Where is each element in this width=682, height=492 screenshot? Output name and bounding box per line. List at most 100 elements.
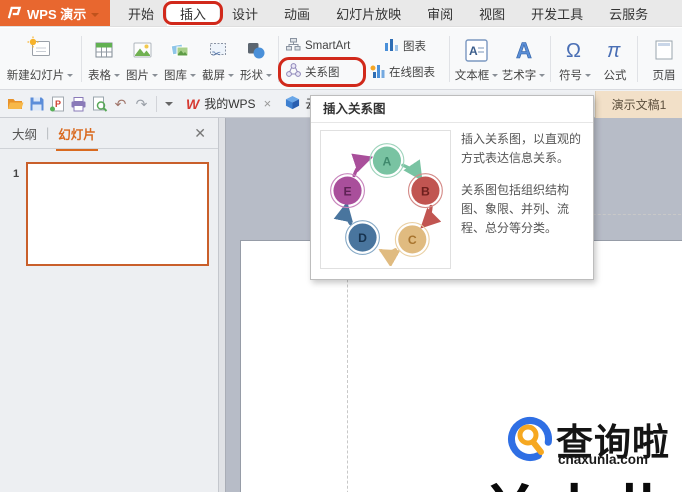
panel-gutter[interactable]	[219, 118, 226, 492]
divider	[81, 36, 82, 82]
menu-tab-cloud[interactable]: 云服务	[596, 0, 661, 26]
svg-text:π: π	[607, 40, 621, 62]
relation-diagram-preview: A B C D E	[320, 130, 451, 269]
symbol-label: 符号	[559, 70, 582, 82]
app-logo-button[interactable]: WPS 演示	[0, 0, 110, 26]
close-icon[interactable]: ×	[264, 96, 272, 111]
tab-presentation1-label: 演示文稿1	[611, 98, 667, 112]
picture-button[interactable]: 图片	[123, 29, 161, 89]
menu-tab-home[interactable]: 开始	[115, 0, 167, 26]
table-button[interactable]: 表格	[85, 29, 123, 89]
smartart-label: SmartArt	[305, 39, 351, 52]
close-icon[interactable]: ✕	[194, 125, 206, 142]
online-chart-button[interactable]: 在线图表	[370, 64, 442, 81]
formula-button[interactable]: π 公式	[596, 29, 634, 89]
wordart-label: 艺术字	[501, 70, 537, 82]
relation-chart-button[interactable]: 关系图	[278, 57, 366, 87]
menu-tab-insert[interactable]: 插入	[163, 0, 224, 26]
tooltip-body: A B C D E 插入关系图，以直观的方式表达信息关系。 关系图包括组织结构图…	[311, 123, 593, 276]
online-chart-label: 在线图表	[389, 67, 435, 79]
export-pdf-icon[interactable]: P	[47, 94, 68, 114]
tooltip-paragraph-2: 关系图包括组织结构图、象限、并列、流程、总分等分类。	[461, 183, 570, 235]
slide-title-text-cutoff: 单击此	[477, 465, 672, 492]
svg-text:Ω: Ω	[566, 40, 581, 62]
relation-chart-icon	[286, 63, 301, 81]
tooltip-title: 插入关系图	[323, 102, 386, 116]
chart-icon	[384, 37, 399, 54]
new-slide-label: 新建幻灯片	[6, 70, 65, 82]
undo-icon[interactable]: ↶	[110, 94, 131, 114]
menu-tab-design[interactable]: 设计	[219, 0, 271, 26]
slide-number: 1	[13, 168, 20, 180]
chevron-down-icon	[228, 73, 234, 80]
print-icon[interactable]	[68, 94, 89, 114]
divider: |	[46, 126, 50, 140]
svg-text:A: A	[516, 38, 532, 62]
chevron-down-icon	[67, 73, 74, 80]
online-chart-icon	[370, 64, 385, 81]
svg-text:✂: ✂	[212, 48, 221, 59]
menu-tab-view[interactable]: 视图	[466, 0, 518, 26]
node-b-label: B	[421, 184, 430, 198]
chevron-down-icon	[190, 73, 196, 80]
menu-tab-slideshow[interactable]: 幻灯片放映	[323, 0, 414, 26]
redo-icon[interactable]: ↷	[131, 94, 152, 114]
wps-logo-icon	[7, 6, 22, 19]
menu-tab-devtools[interactable]: 开发工具	[518, 0, 596, 26]
shapes-button[interactable]: 形状	[237, 29, 275, 89]
print-preview-icon[interactable]	[89, 94, 110, 114]
wordart-button[interactable]: A 艺术字	[500, 29, 547, 89]
tab-presentation1[interactable]: 演示文稿1	[595, 91, 682, 118]
symbol-button[interactable]: Ω 符号	[554, 29, 596, 89]
chevron-down-icon	[266, 73, 272, 80]
svg-text:P: P	[55, 99, 61, 109]
tab-my-wps-label: 我的WPS	[204, 97, 256, 111]
smartart-button[interactable]: SmartArt	[286, 37, 372, 54]
slides-panel: 大纲 | 幻灯片 ✕ 1	[0, 118, 219, 492]
slides-panel-header: 大纲 | 幻灯片 ✕	[0, 118, 218, 151]
chevron-down-icon	[585, 73, 591, 80]
tab-my-wps[interactable]: W 我的WPS ×	[179, 90, 278, 117]
tab-outline[interactable]: 大纲	[12, 124, 37, 143]
header-footer-icon	[654, 35, 674, 65]
chevron-down-icon	[114, 73, 120, 80]
screenshot-button[interactable]: ✂ 截屏	[199, 29, 237, 89]
gallery-button[interactable]: 图库	[161, 29, 199, 89]
chart-button[interactable]: 图表	[384, 37, 436, 54]
divider	[449, 36, 450, 82]
divider	[550, 36, 551, 82]
chevron-down-icon	[492, 73, 499, 80]
smartart-icon	[286, 37, 301, 54]
gallery-label: 图库	[164, 70, 187, 82]
new-slide-icon	[26, 35, 54, 65]
shapes-label: 形状	[240, 70, 263, 82]
divider	[278, 36, 279, 82]
header-footer-button[interactable]: 页眉	[641, 29, 682, 89]
node-e-label: E	[343, 184, 351, 198]
gallery-icon	[170, 35, 190, 65]
table-label: 表格	[88, 70, 111, 82]
menu-tab-animation[interactable]: 动画	[271, 0, 323, 26]
tab-slides[interactable]: 幻灯片	[56, 124, 98, 151]
insert-ribbon: 新建幻灯片 表格 图片 图库 ✂ 截屏 形状 SmartArt 图表 关系图 在…	[0, 28, 682, 90]
customize-toolbar-caret-icon[interactable]	[165, 101, 173, 110]
chevron-down-icon	[152, 73, 158, 80]
chart-label: 图表	[403, 40, 426, 53]
save-icon[interactable]	[26, 94, 47, 114]
node-d-label: D	[358, 231, 367, 245]
menu-tab-review[interactable]: 审阅	[414, 0, 466, 26]
formula-pi-icon: π	[603, 35, 627, 65]
menu-bar: 开始 插入 设计 动画 幻灯片放映 审阅 视图 开发工具 云服务	[115, 0, 661, 26]
tooltip-description: 插入关系图，以直观的方式表达信息关系。 关系图包括组织结构图、象限、并列、流程、…	[461, 130, 584, 269]
chevron-down-icon	[91, 12, 100, 21]
new-slide-button[interactable]: 新建幻灯片	[2, 29, 78, 89]
open-folder-icon[interactable]	[5, 94, 26, 114]
header-footer-label: 页眉	[652, 70, 676, 82]
wordart-icon: A	[512, 35, 536, 65]
table-icon	[95, 35, 113, 65]
diagram-group: SmartArt 图表 关系图 在线图表	[278, 29, 446, 89]
textbox-icon: A	[465, 35, 488, 65]
textbox-button[interactable]: A 文本框	[453, 29, 500, 89]
picture-icon	[133, 35, 152, 65]
slide-thumbnail[interactable]	[26, 162, 209, 266]
